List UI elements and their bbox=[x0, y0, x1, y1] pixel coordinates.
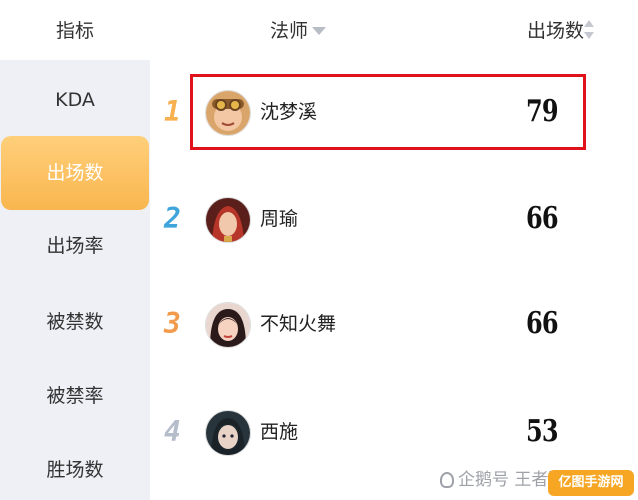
sort-icon[interactable] bbox=[584, 20, 594, 42]
site-logo: 亿图手游网 bbox=[548, 470, 634, 496]
sidebar-item-appearance-rate[interactable]: 出场率 bbox=[0, 216, 150, 276]
count-column-header[interactable]: 出场数 bbox=[527, 0, 584, 60]
table-header: 指标 法师 出场数 bbox=[0, 0, 638, 60]
appearance-count: 66 bbox=[526, 306, 559, 341]
sidebar-item-kda[interactable]: KDA bbox=[0, 70, 150, 130]
sidebar-item-appearances[interactable]: 出场数 bbox=[1, 136, 149, 210]
hero-avatar bbox=[205, 410, 251, 456]
table-row[interactable]: 2 周瑜 66 bbox=[150, 169, 638, 269]
metric-sidebar: KDA 出场数 出场率 被禁数 被禁率 胜场数 bbox=[0, 60, 150, 500]
highlight-box bbox=[190, 74, 586, 150]
rank-number: 1 bbox=[164, 95, 181, 128]
sidebar-item-wins[interactable]: 胜场数 bbox=[0, 440, 150, 500]
penguin-icon bbox=[440, 472, 454, 488]
hero-name: 不知火舞 bbox=[260, 313, 337, 335]
hero-name: 周瑜 bbox=[260, 208, 299, 230]
hero-name: 西施 bbox=[260, 421, 299, 443]
sidebar-item-bans[interactable]: 被禁数 bbox=[0, 292, 150, 352]
table-row[interactable]: 3 不知火舞 66 bbox=[150, 274, 638, 374]
sidebar-item-ban-rate[interactable]: 被禁率 bbox=[0, 366, 150, 426]
role-filter-label: 法师 bbox=[270, 20, 309, 42]
sort-up-icon bbox=[584, 20, 594, 27]
hero-avatar bbox=[205, 197, 251, 243]
rank-number: 2 bbox=[164, 202, 181, 235]
appearance-count: 66 bbox=[526, 201, 559, 236]
sort-down-icon bbox=[584, 32, 594, 39]
caret-down-icon bbox=[312, 26, 327, 35]
appearance-count: 53 bbox=[526, 414, 559, 449]
metric-column-header: 指标 bbox=[55, 20, 94, 42]
rank-number: 3 bbox=[164, 307, 181, 340]
hero-avatar bbox=[205, 302, 251, 348]
role-filter-dropdown[interactable]: 法师 bbox=[270, 0, 327, 60]
rank-number: 4 bbox=[164, 415, 181, 448]
